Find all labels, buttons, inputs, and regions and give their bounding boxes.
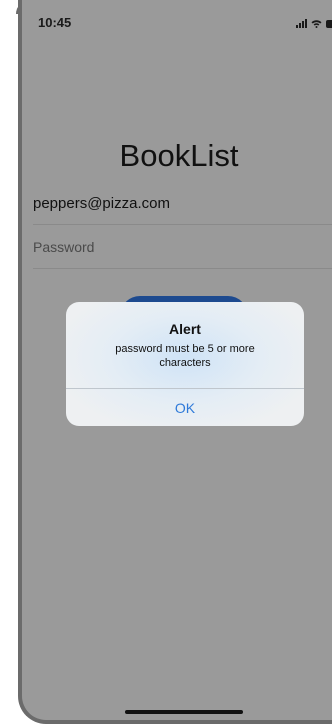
password-divider — [33, 268, 332, 269]
battery-icon — [326, 20, 332, 28]
email-field[interactable]: peppers@pizza.com — [33, 192, 332, 226]
device-screen: 10:45 BookList peppers@pizza.com Passwor… — [18, 0, 332, 724]
alert-title: Alert — [169, 321, 201, 337]
home-indicator[interactable] — [125, 710, 243, 714]
alert-ok-button[interactable]: OK — [66, 389, 304, 426]
wifi-icon — [311, 19, 322, 28]
alert-dialog: Alert password must be 5 or more charact… — [66, 302, 304, 426]
alert-message: password must be 5 or more characters — [115, 343, 255, 369]
signal-icon — [296, 19, 307, 28]
status-time: 10:45 — [38, 15, 72, 30]
status-bar: 10:45 — [22, 0, 332, 44]
email-divider — [33, 224, 332, 225]
app-title: BookList — [119, 138, 239, 173]
password-field[interactable]: Password — [33, 235, 332, 263]
status-icons — [296, 19, 332, 28]
